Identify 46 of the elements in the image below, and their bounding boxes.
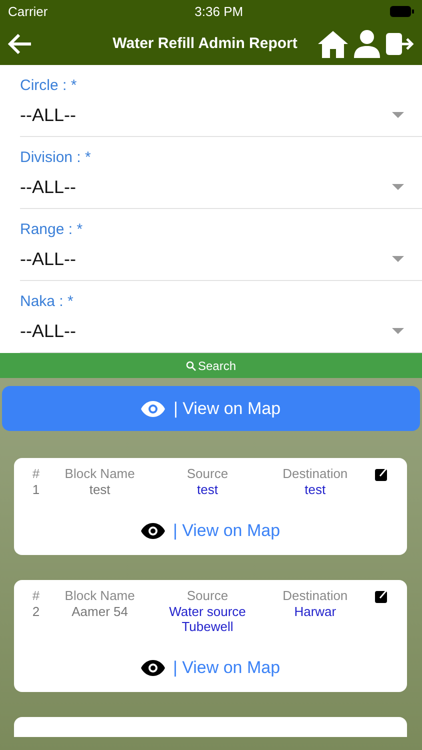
column-header: Destination	[282, 588, 349, 603]
eye-icon	[140, 523, 165, 539]
column-header: #	[31, 588, 41, 603]
edit-icon[interactable]	[375, 590, 388, 603]
destination-text: test	[304, 482, 327, 497]
dropdown-caret-icon	[392, 328, 404, 334]
field-label: Naka : *	[20, 293, 74, 310]
column-header: Destination	[282, 466, 349, 481]
dropdown-field[interactable]: --ALL--	[20, 166, 422, 208]
dropdown-field[interactable]: --ALL--	[20, 94, 422, 136]
field-label: Range : *	[20, 221, 84, 238]
dropdown-caret-icon	[392, 184, 404, 190]
eye-icon	[141, 400, 166, 416]
record-number: 1	[31, 482, 41, 497]
battery-icon	[390, 6, 414, 16]
dropdown-caret-icon	[392, 256, 404, 262]
logout-icon[interactable]	[386, 32, 414, 56]
page-title: Water Refill Admin Report	[112, 35, 298, 52]
block-name: Aamer 54	[70, 604, 130, 621]
field-label: Division : *	[20, 149, 92, 166]
edit-icon[interactable]	[375, 468, 388, 481]
column-header: Source	[186, 466, 230, 481]
column-header: Source	[186, 588, 230, 603]
back-arrow-icon[interactable]	[8, 34, 32, 54]
dropdown-caret-icon	[392, 112, 404, 118]
status-time: 3:36 PM	[194, 4, 244, 18]
view-on-map-link[interactable]: | View on Map	[140, 658, 280, 678]
search-icon	[186, 360, 196, 370]
view-on-map-button[interactable]: | View on Map	[2, 386, 420, 431]
eye-icon	[140, 660, 165, 676]
source-text: test	[196, 482, 219, 497]
column-header: #	[31, 466, 41, 481]
field-label: Circle : *	[20, 77, 78, 94]
column-header: Block Name	[64, 466, 136, 481]
user-icon[interactable]	[354, 30, 380, 58]
record-number: 2	[31, 604, 41, 621]
source-text: Tubewell	[180, 619, 234, 634]
destination-text: Harwar	[293, 604, 338, 621]
view-on-map-link[interactable]: | View on Map	[140, 521, 280, 541]
block-name: test	[88, 482, 112, 497]
carrier-text: Carrier	[8, 4, 48, 18]
home-icon[interactable]	[318, 30, 348, 58]
dropdown-field[interactable]: --ALL--	[20, 310, 422, 352]
column-header: Block Name	[64, 588, 136, 603]
dropdown-field[interactable]: --ALL--	[20, 238, 422, 280]
source-text: Water source	[168, 604, 247, 619]
